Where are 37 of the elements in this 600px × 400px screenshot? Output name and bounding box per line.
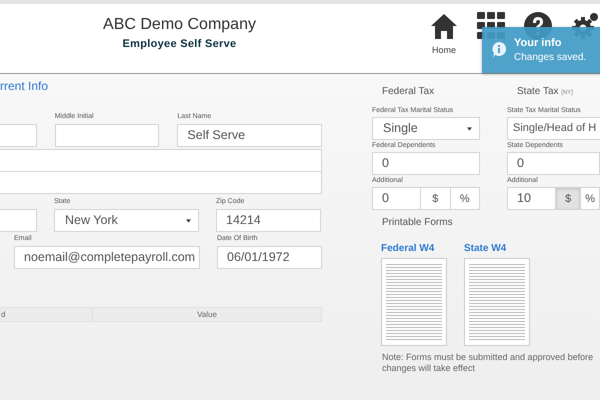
toast-message: Changes saved. bbox=[514, 52, 586, 63]
unit-toggle[interactable]: $ bbox=[421, 187, 450, 210]
nav-link[interactable]: Home bbox=[432, 45, 456, 55]
input-field[interactable]: 0 bbox=[372, 187, 421, 210]
select-field[interactable]: Single/Head of H bbox=[507, 117, 600, 140]
input-field[interactable]: 0 bbox=[507, 152, 600, 175]
input-field[interactable]: 06/01/1972 bbox=[217, 246, 322, 269]
input-field[interactable]: 10 bbox=[507, 187, 556, 210]
unit-toggle[interactable]: % bbox=[450, 187, 480, 210]
select-field[interactable]: Single bbox=[372, 117, 480, 140]
document-thumbnail[interactable] bbox=[381, 258, 447, 346]
input-field[interactable] bbox=[0, 149, 322, 172]
caret-icon bbox=[186, 218, 191, 222]
section-title: rrent Info bbox=[0, 79, 50, 93]
input-field[interactable]: 0 bbox=[372, 152, 480, 175]
form-link[interactable]: Federal W4 bbox=[381, 243, 447, 254]
document-thumbnail[interactable] bbox=[464, 258, 530, 346]
section-title: Printable Forms bbox=[381, 217, 454, 228]
input-field[interactable]: 14214 bbox=[216, 209, 321, 232]
input-field[interactable] bbox=[0, 172, 322, 194]
home-icon[interactable] bbox=[430, 12, 458, 40]
toast-title: Your info bbox=[514, 37, 562, 49]
unit-toggle[interactable]: % bbox=[581, 187, 600, 210]
column-header: d bbox=[0, 308, 93, 321]
input-field[interactable] bbox=[54, 124, 160, 147]
unit-toggle[interactable]: $ bbox=[556, 187, 582, 210]
note-text: Note: Forms must be submitted and approved before changes will take effect bbox=[382, 352, 594, 374]
company-name: ABC Demo Company bbox=[102, 16, 257, 34]
caret-icon bbox=[467, 126, 472, 130]
form-link[interactable]: State W4 bbox=[464, 243, 530, 254]
input-field[interactable]: noemail@completepayroll.com bbox=[14, 246, 200, 269]
column-header: Value bbox=[196, 309, 218, 321]
input-field[interactable]: Self Serve bbox=[177, 124, 322, 147]
app-subtitle: Employee Self Serve bbox=[122, 38, 238, 50]
tax-heading: Federal Tax bbox=[381, 86, 436, 97]
select-field[interactable]: New York bbox=[54, 209, 199, 232]
info-icon bbox=[492, 42, 506, 58]
